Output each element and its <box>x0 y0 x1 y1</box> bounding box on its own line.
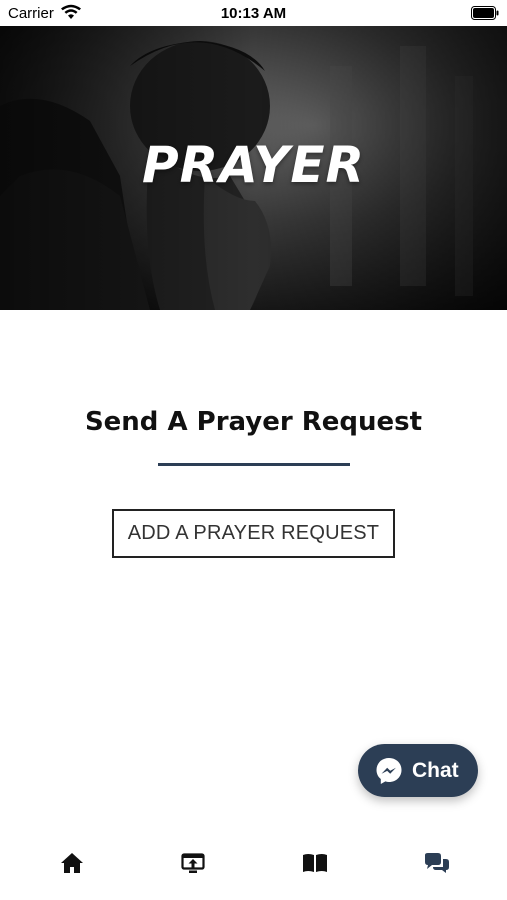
chat-bubbles-icon <box>425 853 449 873</box>
battery-icon <box>471 6 499 20</box>
upload-screen-icon <box>181 853 205 873</box>
nav-item-chat[interactable] <box>407 848 467 878</box>
page-title: Send A Prayer Request <box>84 407 423 437</box>
nav-item-share[interactable] <box>163 848 223 878</box>
hero-title: PRAYER <box>142 136 365 194</box>
heading-divider <box>158 463 350 466</box>
messenger-icon <box>376 757 402 784</box>
chat-label: Chat <box>412 758 459 782</box>
bottom-nav <box>0 830 507 900</box>
status-time: 10:13 AM <box>220 5 287 22</box>
nav-item-bible[interactable] <box>285 848 345 878</box>
status-bar: Carrier 10:13 AM <box>0 0 507 26</box>
book-icon <box>303 854 327 872</box>
add-prayer-request-button[interactable]: ADD A PRAYER REQUEST <box>112 509 395 558</box>
home-icon <box>61 853 83 873</box>
nav-item-home[interactable] <box>42 848 102 878</box>
chat-button[interactable]: Chat <box>358 744 478 797</box>
hero-banner: PRAYER <box>0 26 507 310</box>
